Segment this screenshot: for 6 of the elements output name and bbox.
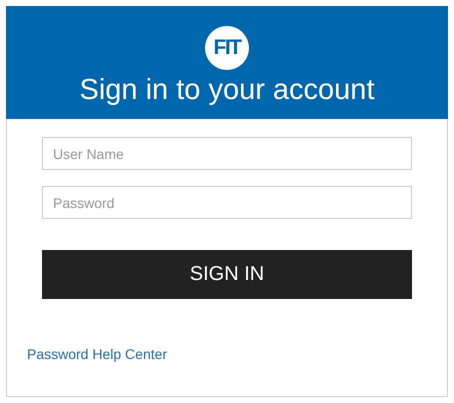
username-field[interactable]: User Name [42, 137, 412, 170]
page-title: Sign in to your account [79, 74, 374, 107]
help-link[interactable]: Password Help Center [27, 346, 168, 362]
password-field[interactable]: Password [42, 186, 412, 219]
logo: FIT [205, 26, 249, 70]
sign-in-button[interactable]: SIGN IN [42, 250, 412, 299]
